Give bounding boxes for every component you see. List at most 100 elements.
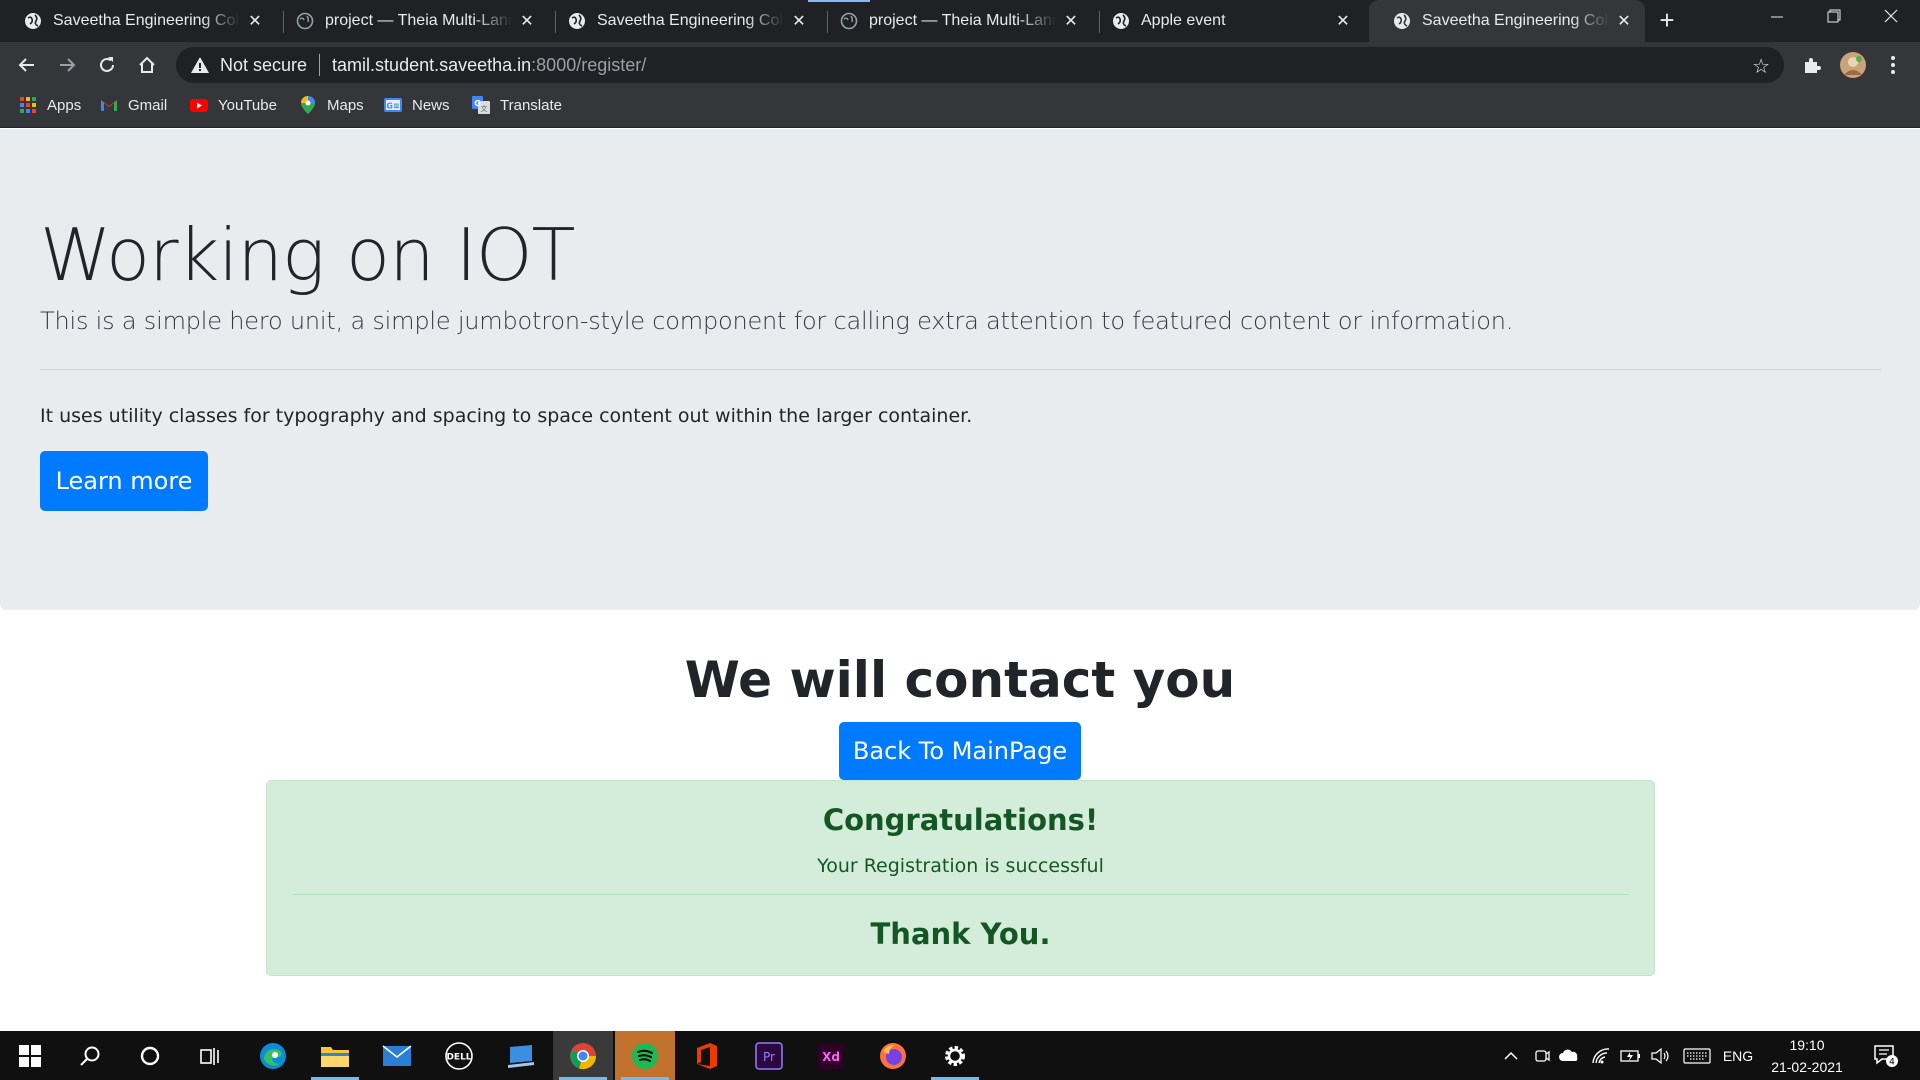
svg-text:G≡: G≡ [386, 102, 399, 111]
bookmark-youtube[interactable]: YouTube [190, 88, 277, 122]
taskbar-office[interactable] [677, 1031, 737, 1080]
back-nav-button[interactable] [12, 50, 42, 80]
arrow-left-icon [18, 58, 34, 72]
close-tab-icon[interactable]: ✕ [1609, 11, 1639, 31]
svg-text:文: 文 [481, 104, 488, 113]
tab-saveetha-1[interactable]: Saveetha Engineering College ✕ [0, 0, 276, 42]
bookmark-star-icon[interactable]: ☆ [1752, 54, 1770, 79]
tray-touch-keyboard[interactable] [1680, 1031, 1714, 1080]
task-view-button[interactable] [180, 1031, 240, 1080]
bookmark-apps[interactable]: Apps [19, 88, 81, 122]
bookmark-label: News [412, 96, 450, 114]
cloud-icon [1559, 1049, 1578, 1061]
reload-button[interactable] [92, 50, 122, 80]
apps-grid-icon [19, 96, 37, 114]
forward-nav-button[interactable] [52, 50, 82, 80]
taskbar-mail[interactable] [367, 1031, 427, 1080]
svg-text:DELL: DELL [446, 1052, 471, 1062]
back-to-main-button[interactable]: Back To MainPage [839, 722, 1081, 780]
device-icon [508, 1044, 534, 1068]
extensions-button[interactable] [1797, 50, 1827, 80]
cortana-icon [140, 1046, 160, 1065]
minimize-button[interactable] [1748, 0, 1805, 42]
youtube-icon [190, 96, 208, 114]
chrome-icon [570, 1042, 597, 1069]
tab-title: Saveetha Engineering College [53, 12, 240, 29]
tray-meet-now[interactable] [1530, 1031, 1554, 1080]
globe-icon [1113, 13, 1129, 29]
battery-charging-icon [1620, 1049, 1640, 1062]
tab-theia-1[interactable]: project — Theia Multi-Language ✕ [272, 0, 548, 42]
browser-tab-strip: Saveetha Engineering College ✕ project —… [0, 0, 1920, 42]
jumbotron-divider [40, 369, 1881, 370]
folder-icon [321, 1046, 349, 1067]
taskbar-file-explorer[interactable] [305, 1031, 365, 1080]
home-button[interactable] [132, 50, 162, 80]
address-divider [319, 54, 321, 76]
start-button[interactable] [0, 1031, 60, 1080]
news-icon: G≡ [384, 96, 402, 114]
notification-icon: 4 [1874, 1044, 1898, 1067]
windows-taskbar: DELL Pr Xd ENG 19:10 21-02-2021 4 [0, 1031, 1920, 1080]
tray-battery[interactable] [1618, 1031, 1644, 1080]
taskbar-premiere[interactable]: Pr [739, 1031, 799, 1080]
taskbar-search-button[interactable] [60, 1031, 120, 1080]
close-tab-icon[interactable]: ✕ [512, 11, 542, 31]
close-tab-icon[interactable]: ✕ [1328, 11, 1358, 31]
address-bar[interactable]: Not secure tamil.student.saveetha.in:800… [176, 47, 1784, 83]
tray-volume[interactable] [1648, 1031, 1674, 1080]
bookmarks-bar: Apps Gmail YouTube Maps G≡ News G文 Trans… [0, 88, 1920, 128]
taskbar-spotify[interactable] [615, 1031, 675, 1080]
browser-menu-button[interactable] [1878, 50, 1908, 80]
bookmark-gmail[interactable]: Gmail [100, 88, 167, 122]
jumbotron-lead: This is a simple hero unit, a simple jum… [40, 307, 1514, 335]
tab-title: Saveetha Engineering College [1422, 12, 1609, 29]
taskbar-chrome[interactable] [553, 1031, 613, 1080]
learn-more-button[interactable]: Learn more [40, 451, 208, 511]
restore-icon [1827, 9, 1840, 23]
edge-icon [260, 1042, 286, 1069]
close-tab-icon[interactable]: ✕ [784, 11, 814, 31]
tray-overflow-button[interactable] [1498, 1031, 1524, 1080]
home-icon [139, 56, 155, 73]
security-label[interactable]: Not secure [220, 55, 307, 76]
gmail-icon [100, 96, 118, 114]
tray-onedrive[interactable] [1556, 1031, 1582, 1080]
minimize-icon [1770, 16, 1783, 18]
taskbar-edge[interactable] [243, 1031, 303, 1080]
jumbotron-body: It uses utility classes for typography a… [40, 405, 973, 427]
tab-apple-event[interactable]: Apple event ✕ [1088, 0, 1364, 42]
tab-saveetha-2[interactable]: Saveetha Engineering College ✕ [544, 0, 820, 42]
cortana-button[interactable] [120, 1031, 180, 1080]
close-tab-icon[interactable]: ✕ [240, 11, 270, 31]
alert-divider [293, 894, 1629, 895]
firefox-icon [880, 1042, 906, 1069]
taskbar-app-installer[interactable] [491, 1031, 551, 1080]
tab-saveetha-active[interactable]: Saveetha Engineering College ✕ [1369, 0, 1645, 42]
profile-avatar[interactable] [1838, 50, 1868, 80]
bookmark-maps[interactable]: Maps [299, 88, 364, 122]
warning-icon [191, 57, 209, 73]
close-tab-icon[interactable]: ✕ [1056, 11, 1086, 31]
clock-time: 19:10 [1789, 1037, 1825, 1053]
restore-button[interactable] [1805, 0, 1862, 42]
close-window-button[interactable] [1862, 0, 1919, 42]
adobe-xd-icon: Xd [818, 1042, 844, 1069]
taskbar-settings[interactable] [925, 1031, 985, 1080]
tray-network[interactable] [1588, 1031, 1614, 1080]
jumbotron: Working on IOT This is a simple hero uni… [0, 129, 1920, 610]
action-center-button[interactable]: 4 [1866, 1031, 1906, 1080]
globe-icon [296, 12, 314, 30]
taskbar-dell[interactable]: DELL [429, 1031, 489, 1080]
taskbar-adobe-xd[interactable]: Xd [801, 1031, 861, 1080]
tab-theia-2[interactable]: project — Theia Multi-Language ✕ [816, 0, 1092, 42]
globe-icon [1394, 13, 1410, 29]
gear-icon [945, 1045, 965, 1066]
taskbar-firefox[interactable] [863, 1031, 923, 1080]
alert-message: Your Registration is successful [817, 855, 1104, 877]
new-tab-button[interactable]: + [1652, 0, 1682, 42]
bookmark-translate[interactable]: G文 Translate [472, 88, 562, 122]
bookmark-news[interactable]: G≡ News [384, 88, 450, 122]
alert-heading: Congratulations! [822, 803, 1099, 837]
tray-clock[interactable]: 19:10 21-02-2021 [1752, 1031, 1862, 1080]
